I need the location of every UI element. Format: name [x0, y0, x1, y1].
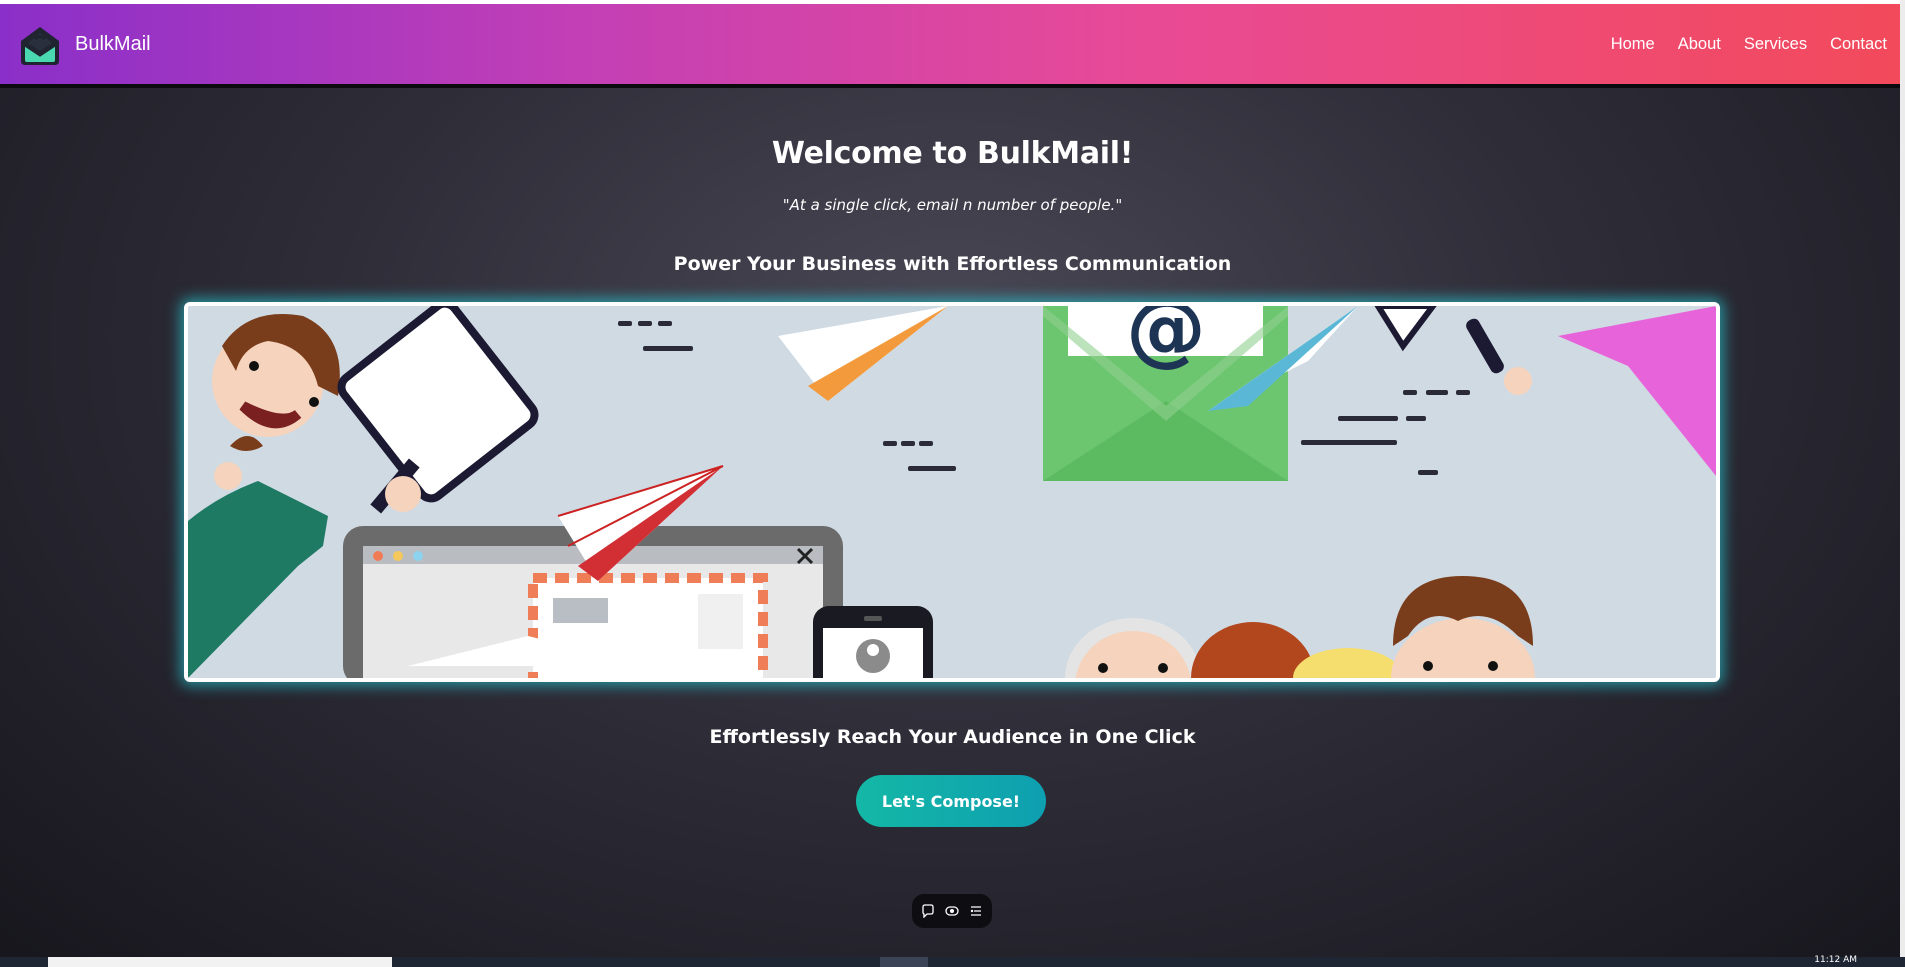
floating-toolbar — [912, 894, 992, 928]
taskbar-app-button[interactable] — [880, 957, 928, 967]
taskbar-clock: 11:12 AM — [1814, 955, 1857, 965]
envelope-logo-icon — [15, 19, 65, 69]
nav-links: Home About Services Contact — [1611, 35, 1887, 54]
tagline-quote: "At a single click, email n number of pe… — [782, 196, 1123, 214]
brand[interactable]: BulkMail — [15, 19, 151, 69]
list-settings-icon[interactable] — [968, 903, 984, 919]
navbar-shadow — [0, 84, 1905, 88]
brand-name: BulkMail — [75, 32, 151, 55]
page-title: Welcome to BulkMail! — [771, 136, 1134, 171]
hero-illustration: @ — [184, 302, 1720, 682]
cta-tagline: Effortlessly Reach Your Audience in One … — [709, 726, 1196, 748]
navbar: BulkMail Home About Services Contact — [0, 4, 1905, 84]
chat-bubble-icon[interactable] — [920, 903, 936, 919]
nav-contact-link[interactable]: Contact — [1830, 35, 1887, 54]
nav-about-link[interactable]: About — [1678, 35, 1721, 54]
toggle-view-icon[interactable] — [944, 903, 960, 919]
taskbar-search-box[interactable] — [48, 957, 392, 967]
nav-services-link[interactable]: Services — [1744, 35, 1807, 54]
nav-home-link[interactable]: Home — [1611, 35, 1655, 54]
section-subtitle: Power Your Business with Effortless Comm… — [673, 253, 1232, 275]
svg-text:@: @ — [1126, 306, 1206, 375]
os-taskbar: 11:12 AM — [0, 955, 1905, 967]
compose-button[interactable]: Let's Compose! — [856, 775, 1046, 827]
